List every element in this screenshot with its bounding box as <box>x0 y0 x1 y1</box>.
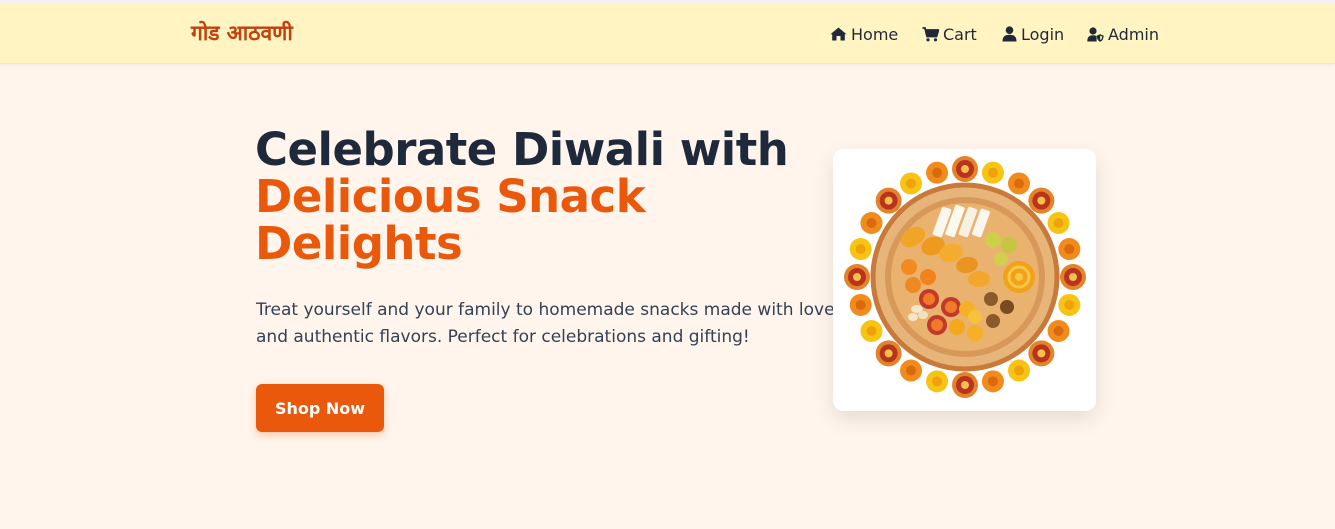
marigold-icon <box>926 161 949 184</box>
marigold-icon <box>1047 320 1070 342</box>
marigold-icon <box>1058 238 1081 261</box>
hero-title-line1: Celebrate Diwali with <box>255 123 789 176</box>
marigold-icon <box>849 293 872 316</box>
hero-description: Treat yourself and your family to homema… <box>256 300 835 347</box>
marigold-icon <box>1047 212 1070 234</box>
marigold-icon <box>926 370 949 393</box>
user-icon <box>1002 26 1017 42</box>
diya-icon <box>1028 187 1055 214</box>
shop-now-button[interactable]: Shop Now <box>256 384 384 432</box>
hero-title-highlight: Delicious Snack Delights <box>255 170 646 270</box>
marigold-icon <box>900 359 922 382</box>
marigold-icon <box>860 212 883 234</box>
nav-admin-link[interactable]: Admin <box>1087 23 1159 45</box>
marigold-icon <box>1008 172 1030 195</box>
diya-icon <box>952 372 978 398</box>
marigold-icon <box>849 238 872 261</box>
nav-cart-link[interactable]: Cart <box>922 23 977 45</box>
user-shield-icon <box>1087 26 1104 42</box>
marigold-icon <box>900 172 922 195</box>
marigold-icon <box>981 370 1004 393</box>
hero-title: Celebrate Diwali with Delicious Snack De… <box>255 126 815 267</box>
home-icon <box>830 27 847 41</box>
diya-icon <box>875 187 902 214</box>
nav-home-link[interactable]: Home <box>830 23 898 45</box>
navbar: गोड आठवणी Home Cart Login Admin <box>0 3 1335 64</box>
diya-icon <box>875 340 902 367</box>
cart-icon <box>922 26 939 41</box>
hero-image-card <box>833 149 1096 411</box>
brand-logo[interactable]: गोड आठवणी <box>191 21 293 45</box>
nav-login-label: Login <box>1021 24 1065 44</box>
diya-icon <box>844 264 870 290</box>
nav-login-link[interactable]: Login <box>1002 23 1064 45</box>
diwali-snack-platter-image <box>844 156 1086 398</box>
diya-icon <box>952 156 978 182</box>
marigold-icon <box>1008 359 1030 382</box>
marigold-icon <box>860 320 883 342</box>
diya-icon <box>1028 340 1055 367</box>
diya-icon <box>1060 264 1086 290</box>
nav-admin-label: Admin <box>1108 24 1159 44</box>
nav-cart-label: Cart <box>943 24 977 44</box>
nav-home-label: Home <box>851 24 899 44</box>
marigold-icon <box>981 161 1004 184</box>
marigold-icon <box>1058 293 1081 316</box>
